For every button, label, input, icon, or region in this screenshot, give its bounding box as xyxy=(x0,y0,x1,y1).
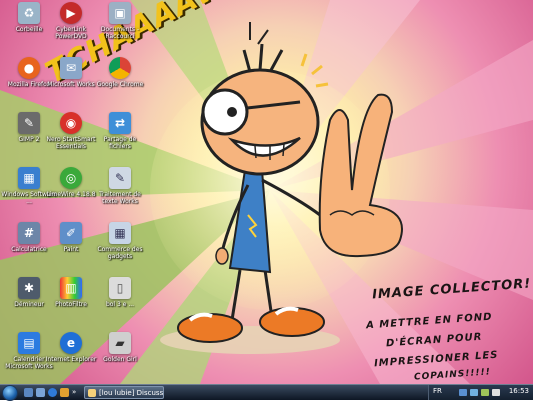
document-icon: ▯ xyxy=(109,277,131,299)
photofiltre-icon: ▥ xyxy=(60,277,82,299)
desktop-icon[interactable]: ✐ Paint xyxy=(43,222,99,276)
minesweeper-icon: ✱ xyxy=(18,277,40,299)
desktop-icon-label: Commerce des gadgets xyxy=(97,246,143,260)
desktop-icon[interactable]: Google Chrome xyxy=(92,57,148,111)
desktop-icon-label: Traitement de texte Works xyxy=(99,191,141,205)
browser-window-icon xyxy=(88,389,96,397)
quicklaunch-switch-windows-icon[interactable] xyxy=(36,388,45,397)
internet-explorer-icon: e xyxy=(60,332,82,354)
desktop-icon-label: Nero StartSmart Essentials xyxy=(46,136,96,150)
tray-network-icon[interactable] xyxy=(459,389,467,396)
taskbar-button-browser[interactable]: [lou lubie] Discussio... xyxy=(84,386,164,399)
paint-icon: ✐ xyxy=(60,222,82,244)
desktop-icon-label: Google Chrome xyxy=(96,81,144,88)
desktop-icon[interactable]: ✎ Traitement de texte Works xyxy=(92,167,148,221)
nero-icon: ◉ xyxy=(60,112,82,134)
gadgets-icon: ▦ xyxy=(109,222,131,244)
limewire-icon: ◎ xyxy=(60,167,82,189)
golden-girl-icon: ▰ xyxy=(109,332,131,354)
desktop-icon-label: Partage de fichiers xyxy=(103,136,137,150)
desktop-icon-label: bol 3 e ... xyxy=(105,301,135,308)
desktop-icon-label: Démineur xyxy=(14,301,44,308)
desktop-icon[interactable]: ▥ PhotoFiltre xyxy=(43,277,99,331)
desktop-icon-label: Golden Girl xyxy=(103,356,137,363)
desktop-icon[interactable]: ◎ LimeWire 4.18.8 xyxy=(43,167,99,221)
desktop-icon-label: Corbeille xyxy=(15,26,43,33)
powerdvd-icon: ▶ xyxy=(60,2,82,24)
start-button[interactable] xyxy=(2,385,18,401)
desktop-icon[interactable]: ▣ Documents - Raccourci xyxy=(92,2,148,56)
tray-security-icon[interactable] xyxy=(492,389,500,396)
firefox-icon: ● xyxy=(18,57,40,79)
windows-software-icon: ▦ xyxy=(18,167,40,189)
tray-volume-icon[interactable] xyxy=(470,389,478,396)
desktop-icon-label: Calculatrice xyxy=(11,246,47,253)
calendar-icon: ▤ xyxy=(18,332,40,354)
taskbar: » [lou lubie] Discussio... FR 16:53 xyxy=(0,384,533,401)
gimp-icon: ✎ xyxy=(18,112,40,134)
desktop-icon[interactable]: ▦ Commerce des gadgets xyxy=(92,222,148,276)
desktop-icon-column-2: ▶ CyberLink PowerDVD ✉ Microsoft Works ◉ Ne… xyxy=(43,2,99,384)
desktop-icon-label: Microsoft Works xyxy=(47,81,95,88)
desktop-icon[interactable]: e Internet Explorer xyxy=(43,332,99,384)
desktop-icon[interactable]: ▶ CyberLink PowerDVD xyxy=(43,2,99,56)
desktop: TCHAAAAW! IMAGE COLLECTOR! A METTRE EN F… xyxy=(0,0,533,384)
desktop-icon-label: CyberLink PowerDVD xyxy=(55,26,87,40)
taskbar-button-label: [lou lubie] Discussio... xyxy=(99,389,164,397)
desktop-icon-label: GIMP 2 xyxy=(18,136,40,143)
chrome-icon xyxy=(109,57,131,79)
desktop-icon[interactable]: ◉ Nero StartSmart Essentials xyxy=(43,112,99,166)
quicklaunch-desktop-icon[interactable] xyxy=(24,388,33,397)
desktop-icon[interactable]: ✉ Microsoft Works xyxy=(43,57,99,111)
desktop-icon-label: Documents - Raccourci xyxy=(100,26,140,40)
desktop-icon[interactable]: ⇄ Partage de fichiers xyxy=(92,112,148,166)
desktop-icon-column-3: ▣ Documents - Raccourci Google Chrome ⇄ Pa… xyxy=(92,2,148,384)
desktop-icon-label: PhotoFiltre xyxy=(55,301,87,308)
recycle-bin-icon: ♻ xyxy=(18,2,40,24)
documents-icon: ▣ xyxy=(109,2,131,24)
desktop-icon-label: Paint xyxy=(63,246,79,253)
works-icon: ✉ xyxy=(60,57,82,79)
sharing-icon: ⇄ xyxy=(109,112,131,134)
word-processor-icon: ✎ xyxy=(109,167,131,189)
tray-power-icon[interactable] xyxy=(481,389,489,396)
desktop-icon[interactable]: ▯ bol 3 e ... xyxy=(92,277,148,331)
language-indicator[interactable]: FR xyxy=(433,387,442,395)
system-tray: FR 16:53 xyxy=(428,385,533,400)
quicklaunch-chevron-icon[interactable]: » xyxy=(72,388,81,397)
quicklaunch-ie-icon[interactable] xyxy=(48,388,57,397)
clock[interactable]: 16:53 xyxy=(509,387,529,395)
desktop-icon[interactable]: ▰ Golden Girl xyxy=(92,332,148,384)
desktop-icon-label: LimeWire 4.18.8 xyxy=(46,191,96,198)
desktop-icon-label: Internet Explorer xyxy=(45,356,97,363)
quicklaunch-media-icon[interactable] xyxy=(60,388,69,397)
calculator-icon: # xyxy=(18,222,40,244)
